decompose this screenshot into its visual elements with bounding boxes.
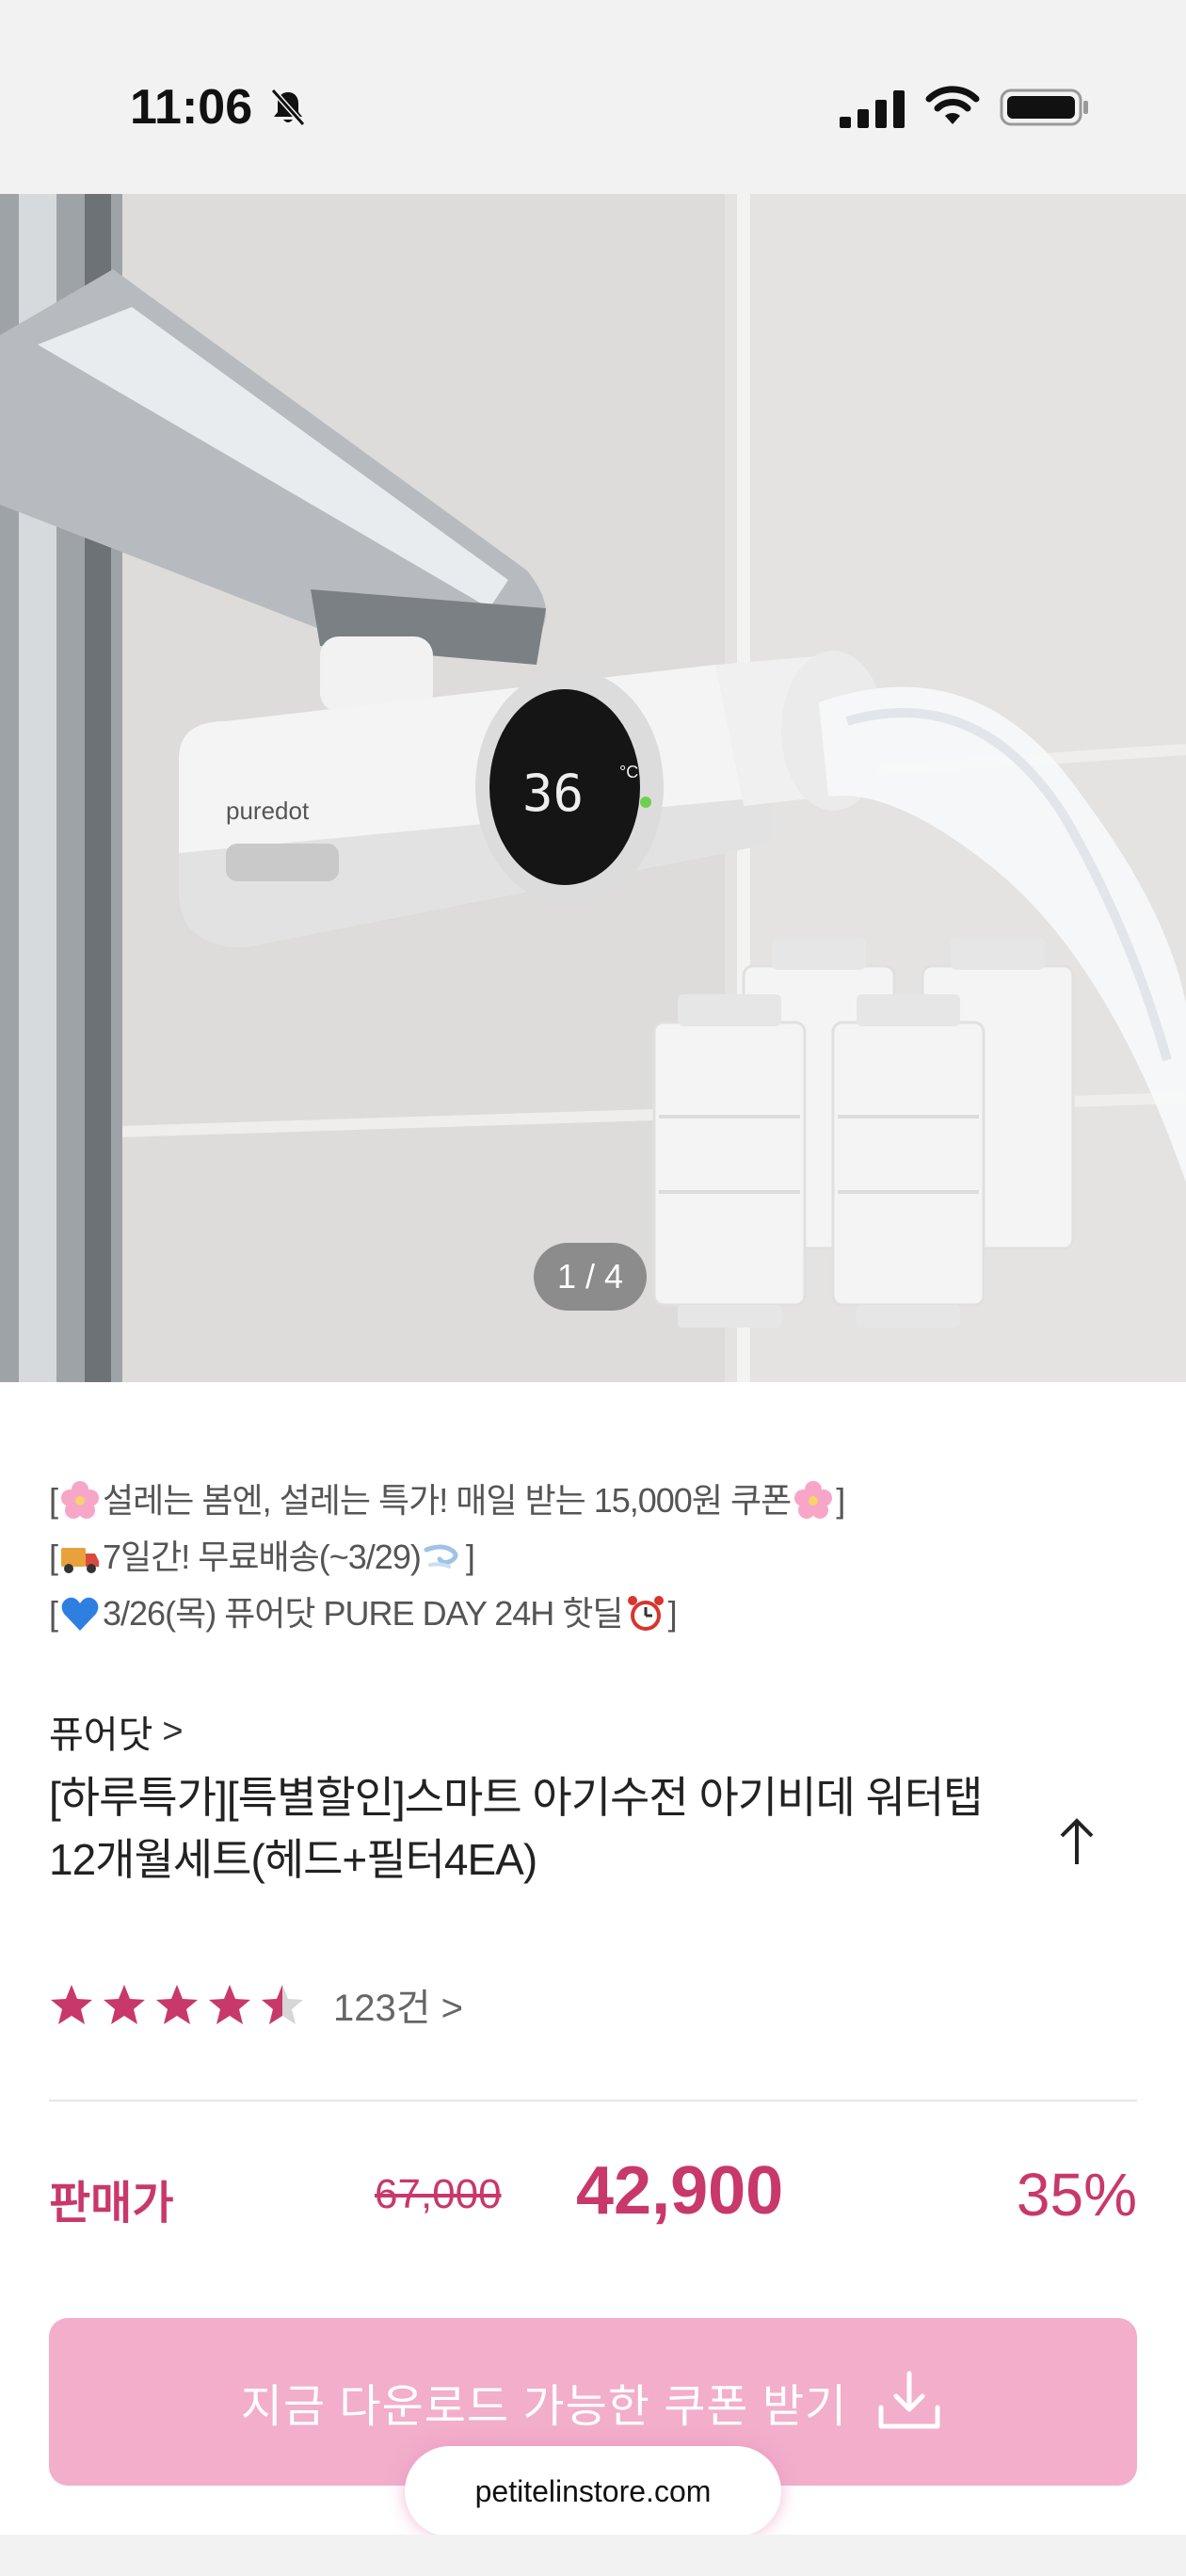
brand-chevron-icon: > — [162, 1711, 184, 1751]
brand-link[interactable]: 퓨어닷 > — [49, 1704, 184, 1759]
bottom-bar — [0, 2535, 1186, 2576]
product-title-line-2: 12개월세트(헤드+필터4EA) — [49, 1835, 537, 1884]
delivery-truck-icon — [61, 1548, 100, 1573]
scroll-to-top-button[interactable] — [1047, 1811, 1107, 1872]
wifi-icon — [925, 86, 980, 124]
device-brand-text: puredot — [226, 797, 310, 825]
star-full-icon — [156, 1985, 198, 2024]
carousel-pager: 1 / 4 — [534, 1243, 647, 1311]
status-bar: 11:06 — [0, 0, 1186, 194]
display-reading: 36 — [522, 764, 584, 823]
promo-notices: [ 설레는 봄엔, 설레는 특가! 매일 받는 15,000원 쿠폰 ] [ 7… — [49, 1473, 845, 1642]
dash-icon — [424, 1544, 458, 1569]
price-row: 판매가 67,000 42,900 35% — [49, 2147, 1137, 2241]
star-full-icon — [209, 1985, 250, 2024]
sale-price: 42,900 — [576, 2153, 784, 2229]
product-title: [하루특가][특별할인]스마트 아기수전 아기비데 워터탭 12개월세트(헤드+… — [49, 1766, 1113, 1891]
star-full-icon — [104, 1985, 145, 2024]
coupon-button-label: 지금 다운로드 가능한 쿠폰 받기 — [240, 2382, 848, 2432]
product-title-line-1: [하루특가][특별할인]스마트 아기수전 아기비데 워터탭 — [49, 1773, 984, 1822]
rating-row[interactable]: 123건 > — [49, 1977, 463, 2032]
display-unit: °C — [619, 763, 638, 781]
download-icon — [878, 2371, 940, 2429]
review-count[interactable]: 123건 > — [333, 1977, 463, 2032]
original-price: 67,000 — [375, 2171, 502, 2217]
cherry-blossom-icon — [794, 1481, 833, 1519]
promo-line-2: [ 7일간! 무료배송(~3/29) ] — [49, 1538, 475, 1576]
brand-name: 퓨어닷 — [49, 1715, 153, 1756]
divider — [49, 2100, 1137, 2101]
star-full-icon — [51, 1985, 92, 2024]
blue-heart-icon — [61, 1597, 99, 1631]
status-time: 11:06 — [130, 80, 253, 135]
arrow-up-icon — [1060, 1818, 1094, 1864]
battery-icon — [1000, 89, 1088, 126]
site-url-pill[interactable]: petitelinstore.com — [405, 2446, 781, 2536]
star-half-icon — [262, 1985, 303, 2024]
product-image-carousel[interactable]: puredot 36 °C 1 / 4 — [0, 194, 1186, 1382]
discount-rate: 35% — [1016, 2161, 1137, 2229]
bell-slash-icon — [270, 89, 306, 126]
promo-line-1: [ 설레는 봄엔, 설레는 특가! 매일 받는 15,000원 쿠폰 ] — [49, 1481, 845, 1520]
review-chevron-icon: > — [441, 1988, 464, 2029]
price-label: 판매가 — [49, 2179, 174, 2229]
product-photo: puredot 36 °C — [0, 194, 1186, 1382]
cellular-signal-icon — [840, 90, 905, 128]
promo-line-3: [ 3/26(목) 퓨어닷 PURE DAY 24H 핫딜 ] — [49, 1594, 678, 1633]
cherry-blossom-icon — [61, 1481, 100, 1519]
alarm-clock-icon — [627, 1596, 664, 1631]
